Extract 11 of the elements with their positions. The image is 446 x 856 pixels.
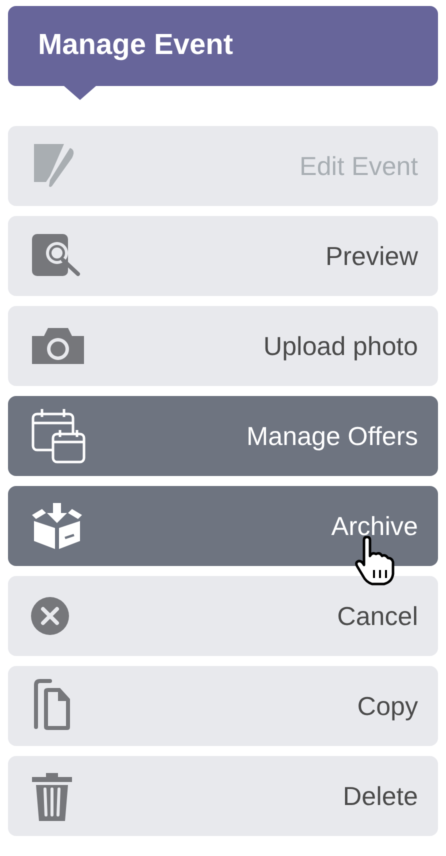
menu-item[interactable]: Upload photo bbox=[8, 306, 438, 386]
menu-item[interactable]: Delete bbox=[8, 756, 438, 836]
menu-title: Manage Event bbox=[38, 28, 233, 64]
menu-item[interactable]: Preview bbox=[8, 216, 438, 296]
box-icon bbox=[30, 501, 84, 551]
calendars-icon bbox=[30, 406, 88, 466]
camera-icon bbox=[30, 326, 86, 366]
menu-item[interactable]: Manage Offers bbox=[8, 396, 438, 476]
close-icon bbox=[30, 596, 70, 636]
menu-item[interactable]: Cancel bbox=[8, 576, 438, 656]
menu-item[interactable]: Copy bbox=[8, 666, 438, 746]
